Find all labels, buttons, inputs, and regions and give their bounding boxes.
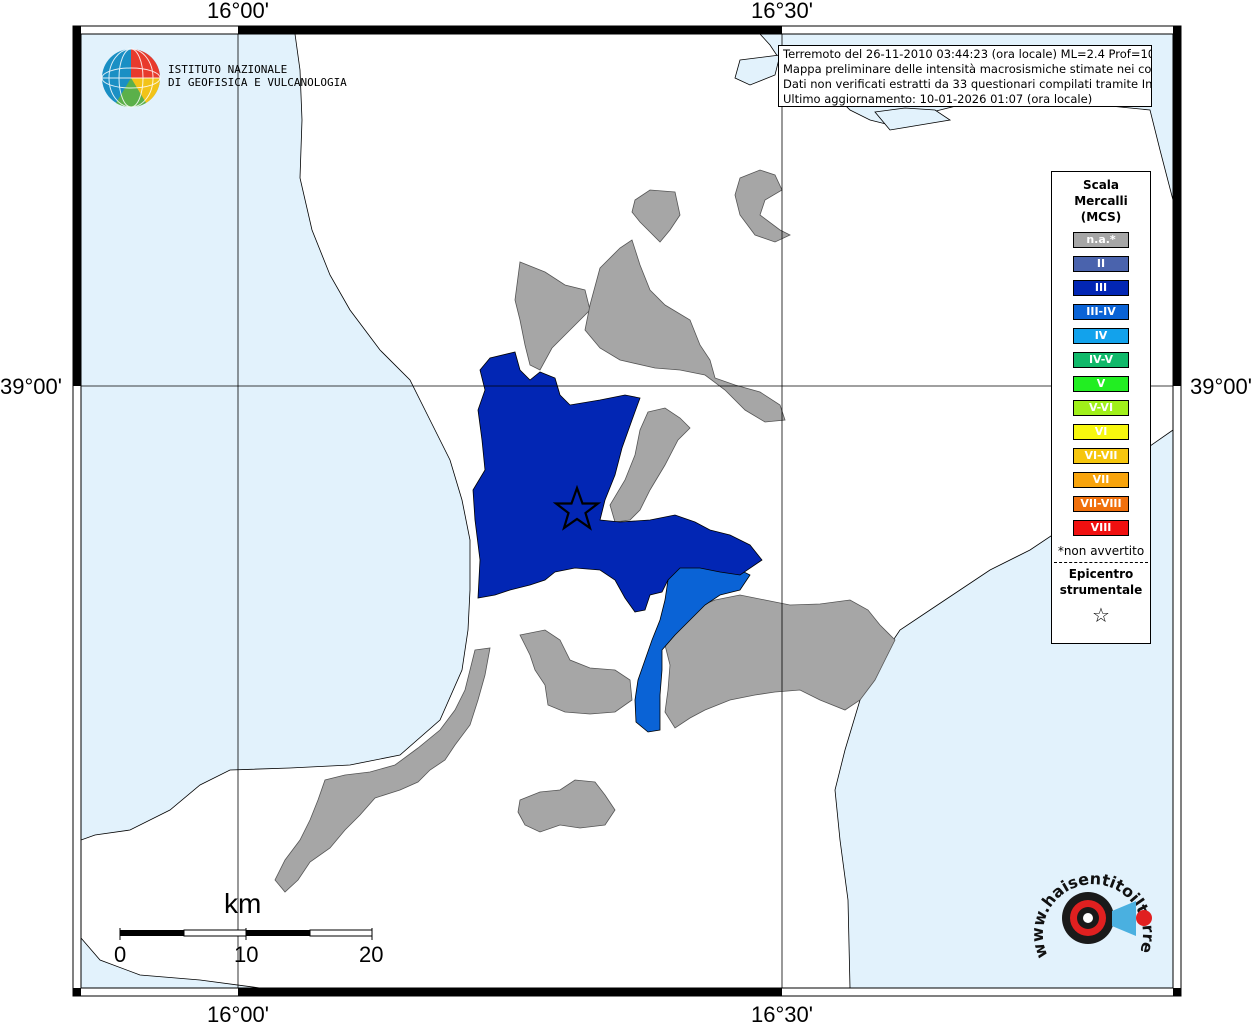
legend-item-vi: VI: [1073, 424, 1129, 440]
legend-item-vii: VII: [1073, 472, 1129, 488]
legend-title-line3: (MCS): [1080, 210, 1122, 224]
legend-title: Scala Mercalli (MCS): [1052, 177, 1150, 225]
legend-items: n.a.* II III III-IV IV IV-V V V-VI VI VI-VII VII VI…: [1052, 232, 1150, 536]
frame-segment: [238, 988, 782, 996]
legend-item-v: V: [1073, 376, 1129, 392]
legend-item-ii: II: [1073, 256, 1129, 272]
coord-top-right: 16°30': [751, 0, 813, 23]
coord-bottom-left: 16°00': [207, 1002, 269, 1027]
legend-item-vvi: V-VI: [1073, 400, 1129, 416]
frame-segment: [73, 988, 81, 996]
legend-item-ivv: IV-V: [1073, 352, 1129, 368]
haisentito-logo-ring: [1083, 913, 1093, 923]
legend-epicenter-line1: Epicentro: [1068, 567, 1134, 581]
question-icon: [1136, 910, 1152, 926]
legend-epicenter-line2: strumentale: [1059, 583, 1143, 597]
frame-segment: [238, 26, 782, 34]
scale-bar-unit: km: [224, 888, 262, 919]
info-line-1: Terremoto del 26-11-2010 03:44:23 (ora l…: [783, 47, 1152, 61]
ingv-logo-line2: DI GEOFISICA E VULCANOLOGIA: [168, 76, 347, 89]
info-line-3: Dati non verificati estratti da 33 quest…: [783, 77, 1152, 91]
legend-item-iii: III: [1073, 280, 1129, 296]
megaphone-icon: [1112, 901, 1136, 936]
legend-item-vivii: VI-VII: [1073, 448, 1129, 464]
coord-left: 39°00': [0, 374, 62, 399]
coord-right: 39°00': [1190, 374, 1252, 399]
scale-bar-tick-0: 0: [114, 942, 127, 967]
info-line-2: Mappa preliminare delle intensità macros…: [783, 62, 1152, 76]
legend-note: *non avvertito: [1057, 544, 1145, 558]
info-line-4: Ultimo aggiornamento: 10-01-2026 01:07 (…: [783, 92, 1093, 106]
legend-epicenter: Epicentro strumentale: [1052, 566, 1150, 598]
ingv-globe-icon: [101, 48, 161, 108]
mcs-legend: Scala Mercalli (MCS) n.a.* II III III-IV IV I…: [1051, 171, 1151, 644]
scale-bar-tick-20: 20: [359, 942, 384, 967]
coord-top-left: 16°00': [207, 0, 269, 23]
legend-separator: [1054, 562, 1148, 563]
legend-item-iv: IV: [1073, 328, 1129, 344]
legend-title-line2: Mercalli: [1074, 194, 1128, 208]
legend-star-icon: ☆: [1092, 603, 1110, 627]
haisentito-logo[interactable]: www.haisentitoilterremoto.it: [1028, 856, 1158, 986]
frame-segment: [73, 26, 81, 34]
earthquake-info-box: Terremoto del 26-11-2010 03:44:23 (ora l…: [778, 45, 1152, 107]
ingv-logo-line1: ISTITUTO NAZIONALE: [168, 63, 288, 76]
coord-bottom-right: 16°30': [751, 1002, 813, 1027]
legend-item-na: n.a.*: [1073, 232, 1129, 248]
frame-segment: [1173, 988, 1181, 996]
legend-item-iiiiv: III-IV: [1073, 304, 1129, 320]
frame-segment: [73, 34, 81, 386]
frame-segment: [1173, 26, 1181, 34]
legend-item-viii: VIII: [1073, 520, 1129, 536]
legend-title-line1: Scala: [1082, 178, 1120, 192]
frame-segment: [1173, 34, 1181, 386]
legend-item-viiviii: VII-VIII: [1073, 496, 1129, 512]
scale-bar-tick-10: 10: [234, 942, 259, 967]
ingv-logo-text: ISTITUTO NAZIONALE DI GEOFISICA E VULCAN…: [168, 63, 347, 89]
